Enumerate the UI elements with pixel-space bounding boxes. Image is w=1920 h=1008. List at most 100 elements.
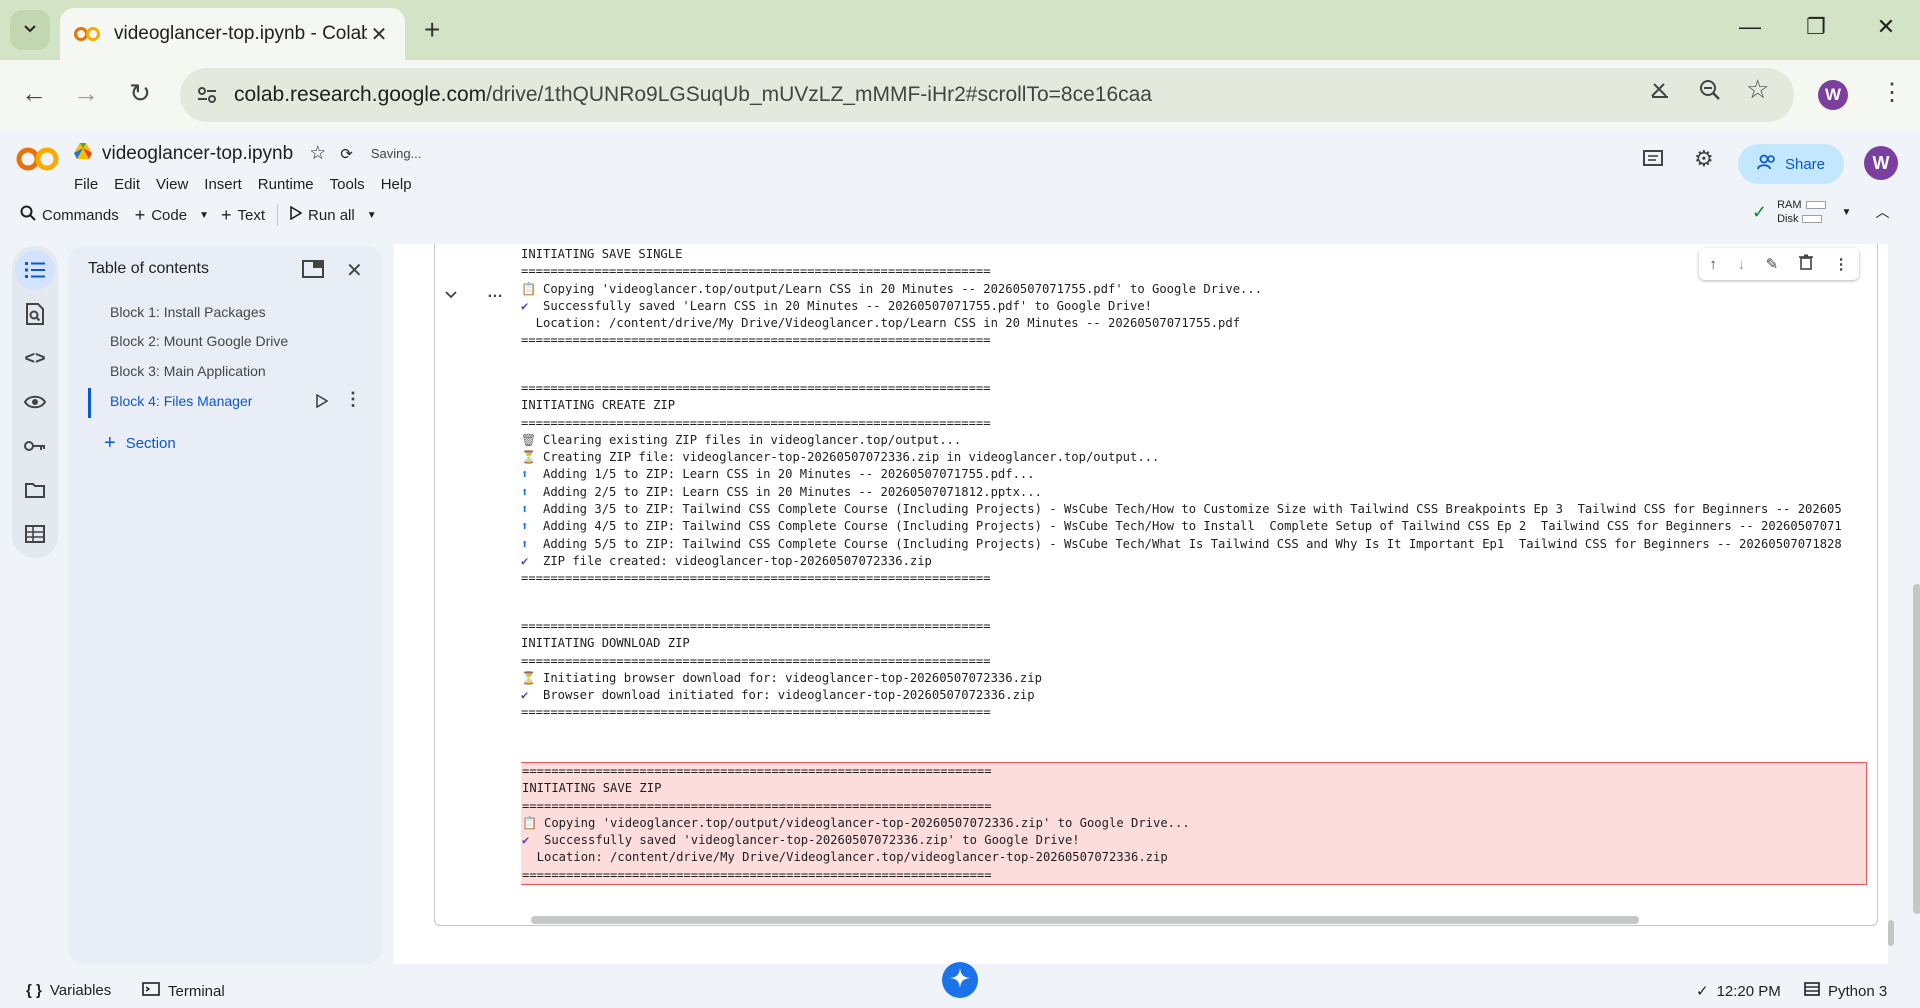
output-line-text: ========================================… [521,653,991,668]
output-line-icon: 📋 [521,281,537,296]
minimize-icon[interactable]: — [1730,14,1770,40]
browser-tab-active[interactable]: videoglancer-top.ipynb - Colab ✕ [60,8,405,60]
close-panel-icon[interactable]: ✕ [346,258,363,283]
run-all-dropdown[interactable]: ▼ [363,200,381,230]
menu-tools[interactable]: Tools [330,172,373,197]
variables-button[interactable]: { } Variables [26,982,111,999]
site-info-icon[interactable] [180,84,234,106]
tab-close-icon[interactable]: ✕ [367,22,391,47]
zoom-icon[interactable] [1698,78,1722,108]
share-button[interactable]: Share [1738,144,1844,184]
forward-icon[interactable]: → [68,78,104,109]
add-text-button[interactable]: + Text [213,200,273,230]
toc-icon[interactable] [15,250,55,290]
play-icon [290,205,303,224]
runtime-indicator[interactable]: Python 3 [1804,982,1887,1000]
menu-help[interactable]: Help [381,172,420,197]
code-label: Code [151,206,188,224]
menu-file[interactable]: File [74,172,106,197]
output-line: INITIATING SAVE ZIP [522,780,1866,797]
toc-item-block-4[interactable]: Block 4: Files Manager [110,393,252,409]
collapse-header-icon[interactable]: ︿ [1875,202,1889,222]
terminal-label: Terminal [168,982,225,1000]
toc-item-block-2[interactable]: Block 2: Mount Google Drive [110,333,288,349]
bookmark-star-icon[interactable]: ☆ [1746,74,1769,105]
menu-view[interactable]: View [156,172,196,197]
output-line-text: Initiating browser download for: videogl… [543,670,1042,685]
commands-button[interactable]: Commands [12,200,127,230]
address-bar[interactable]: colab.research.google.com/drive/1thQUNRo… [180,68,1794,122]
toc-item-block-1[interactable]: Block 1: Install Packages [110,304,266,320]
output-line: ========================================… [521,570,1842,587]
browser-profile-initial: W [1818,80,1848,110]
terminal-button[interactable]: Terminal [142,982,225,1000]
output-line-text: Successfully saved 'videoglancer-top-202… [544,833,1080,848]
colab-logo-icon[interactable] [16,146,60,172]
collapse-output-icon[interactable] [445,286,457,302]
output-vertical-scrollbar[interactable] [1913,584,1920,914]
output-block-save-single: INITIATING SAVE SINGLE ==================… [521,246,1262,350]
output-line-text: Successfully saved 'Learn CSS in 20 Minu… [543,298,1153,313]
output-line-text: INITIATING SAVE SINGLE [521,247,683,261]
colab-profile-avatar[interactable]: W [1864,146,1898,180]
output-line-text: ========================================… [521,264,991,279]
code-cell[interactable]: ↑ ↓ ✎ ⋮ … INITIATING SAVE SINGLE ========… [434,244,1920,926]
output-line-icon: ✔ [522,833,530,848]
output-line-icon: ⬆ [521,467,529,482]
files-folder-icon[interactable] [15,470,55,510]
output-line: ✔ Successfully saved 'videoglancer-top-20… [522,832,1866,849]
key-icon[interactable] [15,426,55,466]
media-off-icon[interactable] [1648,78,1672,108]
new-tab-icon[interactable]: + [424,14,440,46]
open-in-window-icon[interactable] [302,260,324,283]
notebook-main-area: ↑ ↓ ✎ ⋮ … INITIATING SAVE SINGLE ========… [394,244,1920,964]
menu-edit[interactable]: Edit [114,172,148,197]
find-replace-icon[interactable] [15,294,55,334]
output-line: ✔ Browser download initiated for: videogl… [521,687,1042,704]
restore-icon[interactable]: ❐ [1796,14,1836,40]
secrets-eye-icon[interactable] [15,382,55,422]
output-line-text: Adding 3/5 to ZIP: Tailwind CSS Complete… [543,502,1842,517]
notebook-name[interactable]: videoglancer-top.ipynb [102,143,293,165]
window-close-icon[interactable]: ✕ [1866,14,1906,40]
output-line-text: INITIATING CREATE ZIP [521,398,676,413]
output-line: ⬆ Adding 5/5 to ZIP: Tailwind CSS Complet… [521,536,1842,553]
output-line-text: ========================================… [521,705,991,720]
tab-search-button[interactable] [10,10,50,50]
add-code-button[interactable]: + Code [127,200,195,230]
back-icon[interactable]: ← [16,78,52,109]
toolbar-divider [277,204,279,226]
caret-down-icon[interactable]: ▼ [1842,207,1852,218]
output-horizontal-scrollbar[interactable] [531,916,1639,924]
output-line: ⬆ Adding 4/5 to ZIP: Tailwind CSS Complet… [521,518,1842,535]
reload-icon[interactable]: ↻ [122,78,158,109]
tab-title: videoglancer-top.ipynb - Colab [114,23,367,44]
output-actions-icon[interactable]: … [487,284,503,302]
resources-indicator[interactable]: ✓ RAM Disk ▼ ︿ [1752,198,1889,226]
page-scrollbar[interactable] [1888,920,1894,946]
code-dropdown[interactable]: ▼ [195,200,213,230]
browser-profile-avatar[interactable]: W [1818,80,1848,110]
gemini-sparkle-button[interactable] [942,962,978,998]
code-snippets-icon[interactable]: <> [15,338,55,378]
add-section-button[interactable]: + Section [104,432,176,455]
data-table-icon[interactable] [15,514,55,554]
settings-gear-icon[interactable]: ⚙ [1694,146,1714,172]
menu-insert[interactable]: Insert [204,172,250,197]
output-line: 📋 Copying 'videoglancer.top/output/Learn … [521,281,1262,298]
execution-status[interactable]: ✓ 12:20 PM [1696,982,1781,1001]
comments-icon[interactable] [1642,148,1664,175]
section-more-icon[interactable]: ⋮ [344,389,362,410]
disk-bar [1802,215,1823,224]
run-all-button[interactable]: Run all [282,200,363,230]
menu-runtime[interactable]: Runtime [258,172,322,197]
output-line-icon: ✔ [521,553,529,568]
run-section-icon[interactable] [316,393,329,413]
toc-item-block-3[interactable]: Block 3: Main Application [110,363,266,379]
output-line: ========================================… [521,618,1042,635]
browser-menu-icon[interactable]: ⋮ [1880,78,1904,107]
output-line-icon: 🗑 [521,432,537,447]
output-line-icon: ⬆ [521,519,529,534]
output-line: ✔ ZIP file created: videoglancer-top-2026… [521,553,1842,570]
star-icon[interactable]: ☆ [309,142,326,165]
